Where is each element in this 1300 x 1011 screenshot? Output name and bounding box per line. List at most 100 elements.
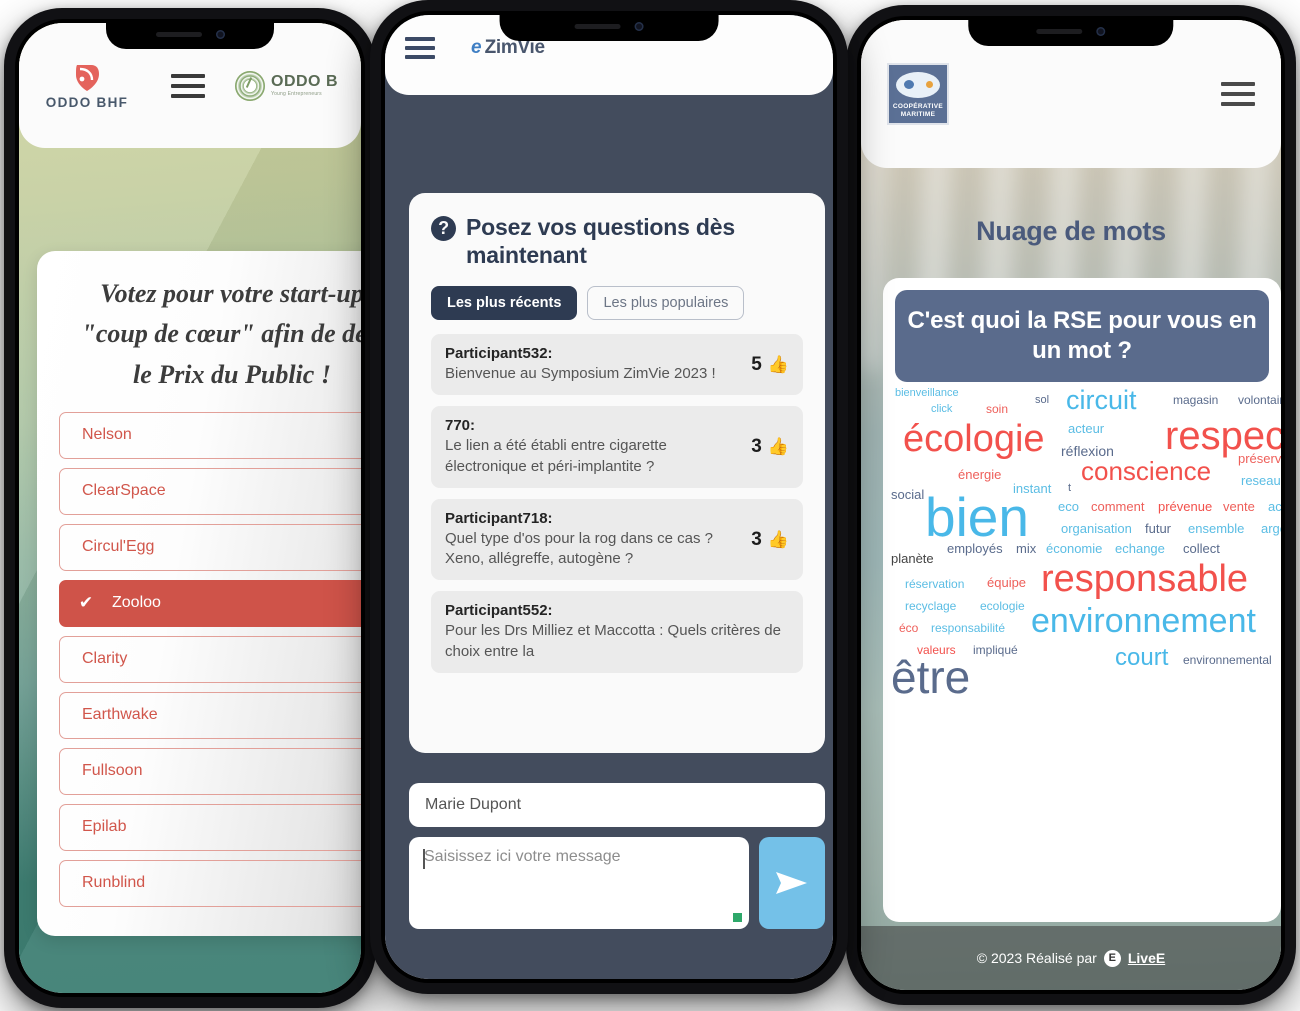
word-cloud-word: écologie <box>903 418 1045 460</box>
qa-message-body: 770: Le lien a été établi entre cigarette… <box>445 417 741 477</box>
coop-logo-line-1: COOPÉRATIVE <box>892 102 944 110</box>
qa-message-author: Participant552: <box>445 602 553 620</box>
coop-logo-line-2: MARITIME <box>900 110 936 118</box>
screenshot-stage: ODDO BHF ODDO B Young Entrepreneurs Vote… <box>0 0 1300 1011</box>
word-cloud-card: C'est quoi la RSE pour vous en un mot ? … <box>883 278 1281 922</box>
vote-option[interactable]: Circul'Egg <box>59 523 361 571</box>
word-cloud-word: volontaire <box>1238 393 1281 407</box>
qa-message-author: Participant718: <box>445 509 553 527</box>
word-cloud-word: reseau <box>1241 473 1281 488</box>
fish-icon <box>896 72 940 98</box>
name-input-value: Marie Dupont <box>425 796 522 813</box>
phone-screen-middle: e ZimVie ? Posez vos questions dès maint… <box>385 15 833 979</box>
vote-option[interactable]: Earthwake <box>59 691 361 739</box>
qa-filter-tabs: Les plus récents Les plus populaires <box>431 286 803 321</box>
partner-logo-subtitle: Young Entrepreneurs <box>271 91 322 97</box>
word-cloud-word: bienveillance <box>895 387 959 399</box>
hamburger-icon[interactable] <box>405 37 435 59</box>
front-camera <box>1096 26 1106 36</box>
word-cloud-word: click <box>931 403 953 415</box>
phone-notch <box>106 19 274 49</box>
hamburger-icon[interactable] <box>171 73 205 98</box>
thumbs-up-icon[interactable]: 👍 <box>768 437 789 457</box>
phone-bezel: e ZimVie ? Posez vos questions dès maint… <box>381 11 837 983</box>
vote-option[interactable]: Runblind <box>59 859 361 907</box>
qa-message-text: Quel type d'os pour la rog dans ce cas ?… <box>445 529 714 568</box>
qa-message-author: Participant532: <box>445 345 553 363</box>
qa-message: Participant532: Bienvenue au Symposium Zi… <box>431 334 803 396</box>
send-icon <box>774 868 810 898</box>
like-count: 3 <box>751 528 762 550</box>
vote-title-line-1: Votez pour votre start-up <box>100 279 361 308</box>
earpiece-speaker <box>155 31 202 37</box>
word-cloud-word: environnement <box>1031 602 1256 640</box>
word-cloud-word: énergie <box>958 467 1002 482</box>
vote-option[interactable]: Nelson <box>59 411 361 459</box>
word-cloud-word: mix <box>1016 541 1037 556</box>
word-cloud-word: collect <box>1183 541 1220 556</box>
partner-logo-title: ODDO B <box>271 73 338 90</box>
vote-option[interactable]: ✔ Zooloo <box>59 579 361 627</box>
word-cloud-word: recyclage <box>905 599 957 613</box>
qa-filter-tab[interactable]: Les plus populaires <box>587 286 745 321</box>
livee-link[interactable]: LiveE <box>1128 950 1165 966</box>
word-cloud-word: être <box>891 651 971 703</box>
partner-logo: ODDO B Young Entrepreneurs <box>235 70 338 101</box>
word-cloud-word: social <box>891 487 925 502</box>
send-button[interactable] <box>759 837 825 929</box>
word-cloud-word: action <box>1268 499 1281 514</box>
footer: © 2023 Réalisé par E LiveE <box>861 926 1281 990</box>
word-cloud-word: ecologie <box>980 599 1025 613</box>
oddo-bhf-logo: ODDO BHF <box>37 62 137 110</box>
question-mark-icon: ? <box>431 216 456 241</box>
question-banner: C'est quoi la RSE pour vous en un mot ? <box>895 290 1269 382</box>
vote-card: Votez pour votre start-up "coup de cœur"… <box>37 251 361 936</box>
word-cloud-word: organisation <box>1061 521 1132 536</box>
word-cloud-word: éco <box>899 621 919 635</box>
word-cloud-word: echange <box>1115 541 1165 556</box>
resize-handle[interactable] <box>733 913 742 922</box>
word-cloud-word: employés <box>947 541 1003 556</box>
vote-option-label: Circul'Egg <box>82 538 155 556</box>
thumbs-up-icon[interactable]: 👍 <box>768 530 789 550</box>
qa-filter-tab[interactable]: Les plus récents <box>431 286 578 321</box>
vote-option[interactable]: ClearSpace <box>59 467 361 515</box>
word-cloud-word: circuit <box>1066 385 1137 415</box>
vote-option[interactable]: Clarity <box>59 635 361 683</box>
message-textarea[interactable]: Saisissez ici votre message <box>409 837 749 929</box>
thumbs-up-icon[interactable]: 👍 <box>768 355 789 375</box>
phone-bezel: ODDO BHF ODDO B Young Entrepreneurs Vote… <box>15 19 365 997</box>
word-cloud-word: préserver <box>1238 451 1281 466</box>
vote-option-label: Clarity <box>82 650 128 668</box>
vote-option[interactable]: Epilab <box>59 803 361 851</box>
word-cloud-word: économie <box>1046 541 1103 556</box>
qa-message-likes[interactable]: 5 👍 <box>751 354 789 376</box>
qa-message-body: Participant718: Quel type d'os pour la ro… <box>445 510 741 570</box>
like-count: 3 <box>751 436 762 458</box>
word-cloud-word: acteur <box>1068 421 1105 436</box>
front-camera <box>634 21 644 31</box>
cooperative-maritime-logo: COOPÉRATIVE MARITIME <box>887 63 949 125</box>
word-cloud-word: respect <box>1165 414 1281 458</box>
livee-badge-icon: E <box>1103 949 1121 967</box>
vote-option-list: Nelson ClearSpace Circul'Egg ✔ Zooloo Clarity… <box>59 411 361 907</box>
word-cloud-word: planète <box>891 551 934 566</box>
earpiece-speaker <box>1036 28 1083 34</box>
vote-option-label: ClearSpace <box>82 482 166 500</box>
word-cloud-word: vente <box>1223 499 1255 514</box>
word-cloud-word: t <box>1068 482 1072 494</box>
partner-ring-icon <box>235 70 265 101</box>
vote-option[interactable]: Fullsoon <box>59 747 361 795</box>
qa-message-likes[interactable]: 3 👍 <box>751 529 789 551</box>
qa-message: Participant718: Quel type d'os pour la ro… <box>431 498 803 581</box>
word-cloud-word: responsabilité <box>931 621 1006 635</box>
phone-bezel: COOPÉRATIVE MARITIME Nuage de mots C'est… <box>857 16 1285 994</box>
qa-message-likes[interactable]: 3 👍 <box>751 436 789 458</box>
word-cloud-word: court <box>1115 644 1169 671</box>
word-cloud-word: impliqué <box>973 643 1018 657</box>
partner-logo-text-group: ODDO B Young Entrepreneurs <box>271 74 338 97</box>
hamburger-icon[interactable] <box>1221 82 1255 106</box>
like-count: 5 <box>751 353 762 375</box>
qa-message: 770: Le lien a été établi entre cigarette… <box>431 406 803 488</box>
name-input[interactable]: Marie Dupont <box>409 783 825 827</box>
